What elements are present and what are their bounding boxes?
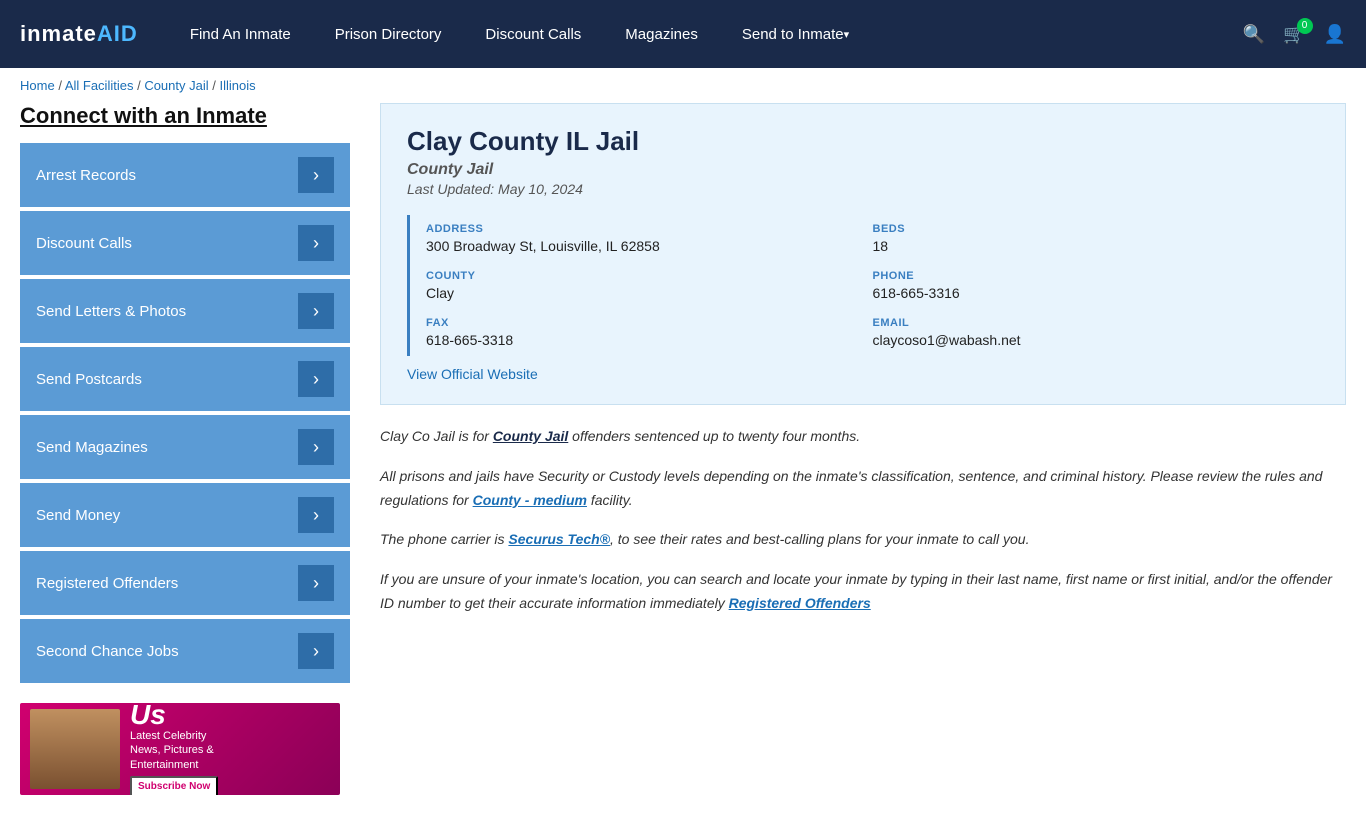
nav-prison-directory[interactable]: Prison Directory [313,0,464,68]
chevron-right-icon: › [298,293,334,329]
chevron-right-icon: › [298,225,334,261]
main-nav: Find An Inmate Prison Directory Discount… [168,0,1243,68]
advertisement: Us Latest CelebrityNews, Pictures &Enter… [20,703,340,795]
description-para1: Clay Co Jail is for County Jail offender… [380,425,1346,449]
sidebar-item-registered-offenders[interactable]: Registered Offenders › [20,551,350,615]
desc-p3-start: The phone carrier is [380,531,508,547]
main-content: Connect with an Inmate Arrest Records › … [0,103,1366,815]
sidebar-item-label: Second Chance Jobs [36,643,179,660]
detail-address: ADDRESS 300 Broadway St, Louisville, IL … [426,215,873,262]
registered-offenders-link[interactable]: Registered Offenders [729,595,871,611]
search-icon[interactable]: 🔍 [1243,24,1265,45]
logo[interactable]: inmateAID [20,21,138,47]
address-label: ADDRESS [426,223,853,235]
desc-p1-start: Clay Co Jail is for [380,428,493,444]
facility-details: ADDRESS 300 Broadway St, Louisville, IL … [407,215,1319,356]
sidebar-item-label: Send Money [36,507,120,524]
county-jail-link[interactable]: County Jail [493,428,568,444]
beds-label: BEDS [873,223,1300,235]
phone-label: PHONE [873,270,1300,282]
sidebar-item-label: Registered Offenders [36,575,178,592]
sidebar-item-send-postcards[interactable]: Send Postcards › [20,347,350,411]
fax-value: 618-665-3318 [426,332,853,348]
ad-tagline: Latest CelebrityNews, Pictures &Entertai… [130,729,330,772]
detail-beds: BEDS 18 [873,215,1320,262]
desc-p3-end: , to see their rates and best-calling pl… [610,531,1029,547]
sidebar-item-second-chance-jobs[interactable]: Second Chance Jobs › [20,619,350,683]
sidebar-item-arrest-records[interactable]: Arrest Records › [20,143,350,207]
county-value: Clay [426,285,853,301]
breadcrumb-state[interactable]: Illinois [219,78,255,93]
header: inmateAID Find An Inmate Prison Director… [0,0,1366,68]
detail-county: COUNTY Clay [426,262,873,309]
beds-value: 18 [873,238,1300,254]
right-content: Clay County IL Jail County Jail Last Upd… [380,103,1346,795]
sidebar-title: Connect with an Inmate [20,103,350,129]
breadcrumb-county-jail[interactable]: County Jail [144,78,208,93]
description-para4: If you are unsure of your inmate's locat… [380,568,1346,616]
fax-label: FAX [426,317,853,329]
sidebar-item-label: Send Magazines [36,439,148,456]
facility-updated: Last Updated: May 10, 2024 [407,181,1319,197]
official-website-link[interactable]: View Official Website [407,366,538,382]
sidebar-item-send-magazines[interactable]: Send Magazines › [20,415,350,479]
chevron-right-icon: › [298,429,334,465]
cart-badge: 0 [1297,18,1313,34]
breadcrumb-all-facilities[interactable]: All Facilities [65,78,134,93]
email-value: claycoso1@wabash.net [873,332,1300,348]
detail-phone: PHONE 618-665-3316 [873,262,1320,309]
desc-p1-end: offenders sentenced up to twenty four mo… [568,428,860,444]
sidebar-item-label: Send Letters & Photos [36,303,186,320]
logo-text: inmateAID [20,21,138,47]
sidebar-item-label: Arrest Records [36,167,136,184]
email-label: EMAIL [873,317,1300,329]
sidebar-item-label: Discount Calls [36,235,132,252]
cart-icon[interactable]: 🛒 0 [1283,24,1305,45]
nav-discount-calls[interactable]: Discount Calls [463,0,603,68]
breadcrumb-home[interactable]: Home [20,78,55,93]
chevron-right-icon: › [298,497,334,533]
ad-brand: Us [130,703,330,729]
detail-email: EMAIL claycoso1@wabash.net [873,309,1320,356]
nav-magazines[interactable]: Magazines [603,0,720,68]
desc-p2-end: facility. [587,492,633,508]
breadcrumb: Home / All Facilities / County Jail / Il… [0,68,1366,103]
securus-tech-link[interactable]: Securus Tech® [508,531,610,547]
ad-image [30,709,120,789]
ad-subscribe-button[interactable]: Subscribe Now [130,776,218,795]
sidebar-item-discount-calls[interactable]: Discount Calls › [20,211,350,275]
chevron-right-icon: › [298,565,334,601]
ad-content: Us Latest CelebrityNews, Pictures &Enter… [120,703,330,795]
county-medium-link[interactable]: County - medium [473,492,587,508]
chevron-right-icon: › [298,361,334,397]
phone-value: 618-665-3316 [873,285,1300,301]
address-value: 300 Broadway St, Louisville, IL 62858 [426,238,853,254]
chevron-right-icon: › [298,633,334,669]
sidebar-item-send-letters[interactable]: Send Letters & Photos › [20,279,350,343]
sidebar-menu: Arrest Records › Discount Calls › Send L… [20,143,350,683]
sidebar-item-send-money[interactable]: Send Money › [20,483,350,547]
sidebar: Connect with an Inmate Arrest Records › … [20,103,350,795]
description-para3: The phone carrier is Securus Tech®, to s… [380,528,1346,552]
nav-find-inmate[interactable]: Find An Inmate [168,0,313,68]
nav-send-to-inmate[interactable]: Send to Inmate [720,0,871,68]
chevron-right-icon: › [298,157,334,193]
county-label: COUNTY [426,270,853,282]
detail-fax: FAX 618-665-3318 [426,309,873,356]
user-icon[interactable]: 👤 [1324,24,1346,45]
header-icons: 🔍 🛒 0 👤 [1243,24,1346,45]
facility-name: Clay County IL Jail [407,126,1319,157]
description-section: Clay Co Jail is for County Jail offender… [380,425,1346,616]
sidebar-item-label: Send Postcards [36,371,142,388]
facility-type: County Jail [407,161,1319,179]
description-para2: All prisons and jails have Security or C… [380,465,1346,513]
facility-card: Clay County IL Jail County Jail Last Upd… [380,103,1346,405]
